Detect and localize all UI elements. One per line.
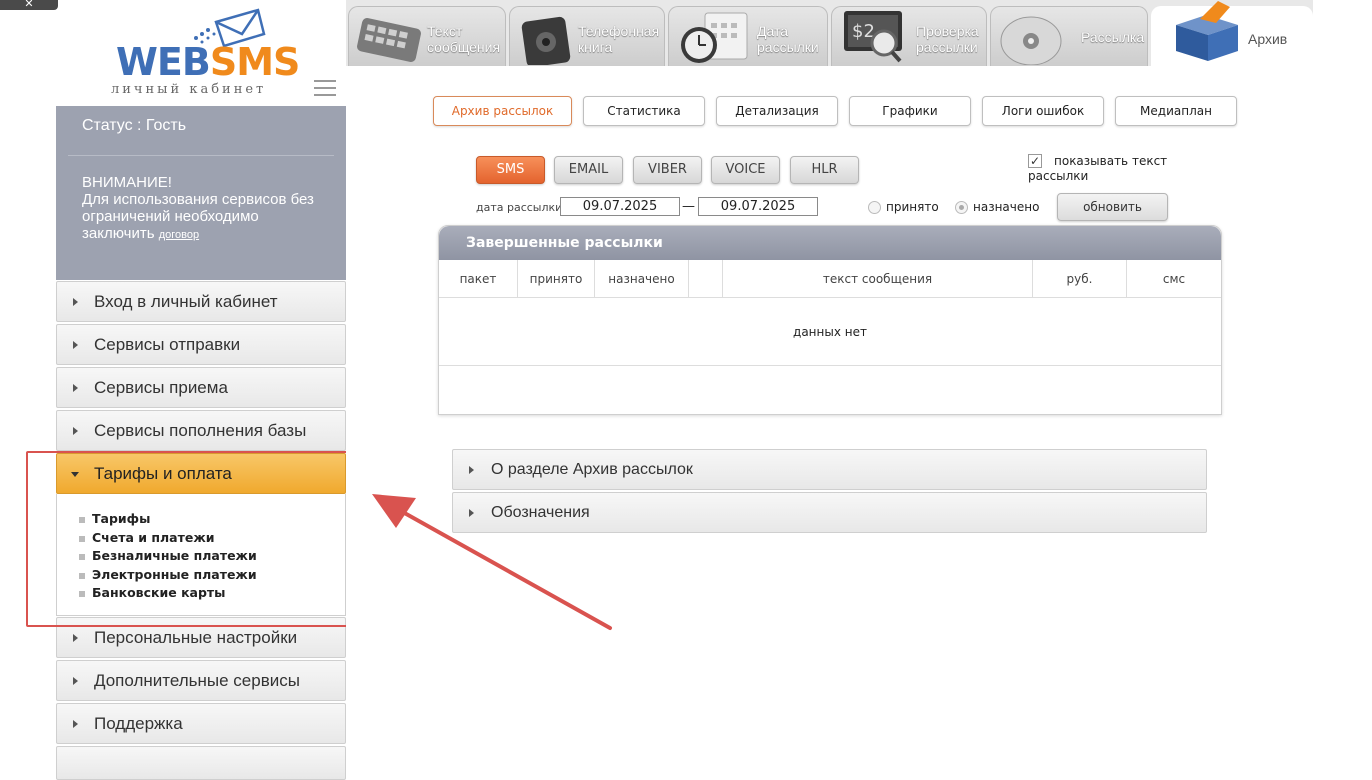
radio-accepted-label: принято [886, 200, 939, 214]
submenu-item-e-payments[interactable]: Электронные платежи [79, 566, 345, 585]
chevron-right-icon [73, 341, 78, 349]
subnav-media-plan[interactable]: Медиаплан [1115, 96, 1237, 126]
radio-assigned-label: назначено [973, 200, 1040, 214]
channel-email[interactable]: EMAIL [554, 156, 623, 184]
accordion-about-archive[interactable]: О разделе Архив рассылок [452, 449, 1207, 490]
refresh-button[interactable]: обновить [1057, 193, 1168, 221]
subnav-details[interactable]: Детализация [716, 96, 838, 126]
chevron-right-icon [73, 298, 78, 306]
chevron-right-icon [469, 466, 474, 474]
show-text-label: показывать текст рассылки [1028, 154, 1168, 183]
close-icon[interactable]: ✕ [0, 0, 58, 10]
subnav-archive[interactable]: Архив рассылок [433, 96, 572, 126]
keyboard-icon [357, 18, 421, 62]
chevron-right-icon [73, 677, 78, 685]
tab-check-send[interactable]: $2 Проверка рассылки [831, 6, 987, 66]
col-message-text: текст сообщения [723, 260, 1033, 298]
accordion-legend[interactable]: Обозначения [452, 492, 1207, 533]
warning-title: ВНИМАНИЕ! [82, 174, 172, 191]
status-text: Статус : Гость [82, 117, 187, 134]
warning-text: Для использования сервисов без ограничен… [82, 191, 314, 242]
col-accepted: принято [518, 260, 595, 298]
logo[interactable]: WEBSMS личный кабинет [56, 0, 346, 106]
logo-subtitle: личный кабинет [111, 82, 267, 97]
tab-send-date[interactable]: Дата рассылки [668, 6, 828, 66]
subnav-error-logs[interactable]: Логи ошибок [982, 96, 1104, 126]
subnav-graphs[interactable]: Графики [849, 96, 971, 126]
top-tabs: Текст сообщения Телефонная книга Дата рассы… [346, 0, 1313, 66]
status-box: Статус : Гость ВНИМАНИЕ! Для использован… [56, 106, 346, 280]
date-to-input[interactable]: 09.07.2025 [698, 197, 818, 216]
submenu-item-bank-cards[interactable]: Банковские карты [79, 584, 345, 603]
col-blank [689, 260, 723, 298]
chevron-down-icon [71, 472, 79, 477]
panel-title: Завершенные рассылки [439, 226, 1221, 260]
monitor-magnifier-icon: $2 [844, 11, 902, 63]
calendar-clock-icon [681, 12, 748, 63]
date-dash: — [682, 199, 695, 214]
submenu-item-invoices[interactable]: Счета и платежи [79, 529, 345, 548]
left-margin [0, 0, 56, 776]
phonebook-icon [521, 16, 571, 65]
main-content: Архив рассылок Статистика Детализация Гр… [346, 66, 1313, 776]
channel-hlr[interactable]: HLR [790, 156, 859, 184]
disc-icon [1000, 16, 1062, 65]
hamburger-icon[interactable] [314, 80, 336, 96]
tab-mailing[interactable]: Рассылка [990, 6, 1148, 66]
col-package: пакет [439, 260, 518, 298]
date-from-input[interactable]: 09.07.2025 [560, 197, 680, 216]
submenu-item-bank-transfer[interactable]: Безналичные платежи [79, 547, 345, 566]
completed-mailings-panel: Завершенные рассылки пакет принято назна… [438, 225, 1222, 415]
tab-text-message[interactable]: Текст сообщения [348, 6, 506, 66]
divider [68, 155, 334, 156]
right-margin [1313, 0, 1372, 776]
sidebar-item-personal-settings[interactable]: Персональные настройки [56, 617, 346, 658]
col-sms: смс [1162, 272, 1186, 286]
sidebar-item-partial [56, 746, 346, 780]
sidebar-item-receive-services[interactable]: Сервисы приема [56, 367, 346, 408]
sidebar-item-send-services[interactable]: Сервисы отправки [56, 324, 346, 365]
show-text-checkbox[interactable]: ✓ [1028, 154, 1042, 168]
radio-accepted[interactable] [868, 201, 881, 214]
subnav-statistics[interactable]: Статистика [583, 96, 705, 126]
channel-sms[interactable]: SMS [476, 156, 545, 184]
radio-assigned[interactable] [955, 201, 968, 214]
contract-link[interactable]: договор [159, 229, 199, 241]
submenu-item-tariffs[interactable]: Тарифы [79, 510, 345, 529]
tab-archive[interactable]: Архив [1151, 1, 1313, 66]
chevron-right-icon [73, 384, 78, 392]
col-assigned: назначено [595, 260, 689, 298]
chevron-right-icon [73, 427, 78, 435]
channel-voice[interactable]: VOICE [711, 156, 780, 184]
sidebar-item-base-services[interactable]: Сервисы пополнения базы [56, 410, 346, 451]
sidebar-item-extra-services[interactable]: Дополнительные сервисы [56, 660, 346, 701]
archive-box-icon [1176, 1, 1238, 61]
channel-viber[interactable]: VIBER [633, 156, 702, 184]
chevron-right-icon [73, 634, 78, 642]
sidebar-item-login[interactable]: Вход в личный кабинет [56, 281, 346, 322]
table-header: пакет принято назначено текст сообщения … [439, 260, 1221, 298]
col-rub: руб. [1033, 260, 1127, 298]
empty-message: данных нет [439, 298, 1221, 366]
chevron-right-icon [73, 720, 78, 728]
logo-wordmark: WEBSMS [116, 40, 300, 84]
tab-phone-book[interactable]: Телефонная книга [509, 6, 665, 66]
chevron-right-icon [469, 509, 474, 517]
tariffs-submenu: Тарифы Счета и платежи Безналичные плате… [56, 494, 346, 616]
sidebar: WEBSMS личный кабинет Статус : Гость ВНИ… [56, 0, 346, 780]
sidebar-item-tariffs[interactable]: Тарифы и оплата [56, 453, 346, 494]
date-label: дата рассылки [476, 201, 563, 214]
sidebar-item-support[interactable]: Поддержка [56, 703, 346, 744]
